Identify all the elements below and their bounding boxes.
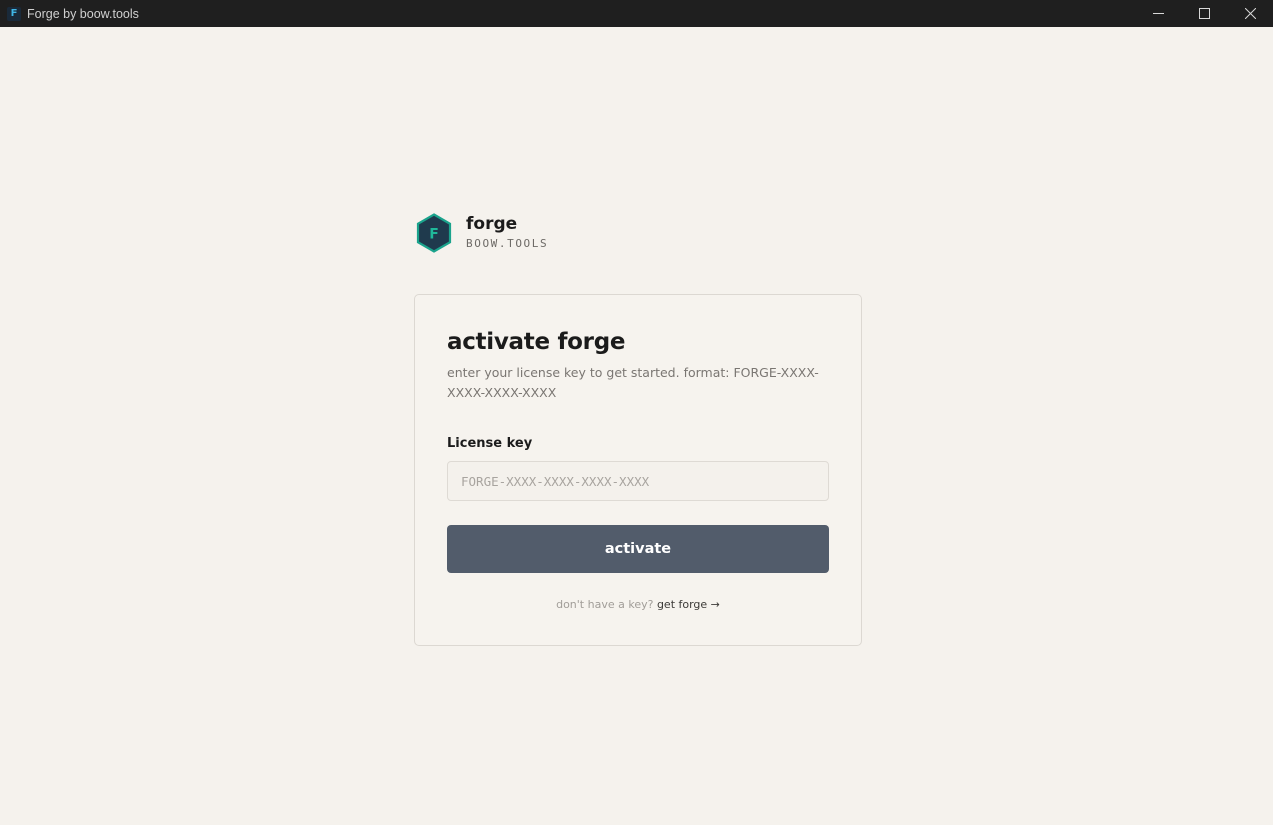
maximize-icon [1198, 8, 1210, 19]
get-forge-link[interactable]: get forge → [657, 598, 720, 611]
app-icon: F [7, 6, 21, 21]
close-icon [1244, 8, 1256, 19]
card-title: activate forge [447, 329, 626, 355]
activate-button[interactable]: activate [447, 525, 829, 573]
license-key-input[interactable] [447, 461, 829, 501]
window-title: Forge by boow.tools [27, 6, 139, 21]
window-controls [1135, 0, 1273, 27]
brand-header: F forge BOOW.TOOLS [416, 212, 548, 254]
footer-prompt: don't have a key? [556, 598, 654, 611]
forge-logo-icon: F [416, 213, 452, 253]
card-description: enter your license key to get started. f… [447, 365, 819, 400]
get-key-footer: don't have a key? get forge → [415, 598, 861, 611]
brand-name: forge [466, 214, 518, 234]
logo-letter: F [429, 227, 439, 243]
close-button[interactable] [1227, 0, 1273, 27]
maximize-button[interactable] [1181, 0, 1227, 27]
minimize-button[interactable] [1135, 0, 1181, 27]
license-key-label: License key [447, 436, 533, 451]
title-bar: F Forge by boow.tools [0, 0, 1273, 27]
activation-card: activate forge enter your license key to… [414, 294, 862, 646]
minimize-icon [1152, 13, 1164, 14]
brand-subtitle: BOOW.TOOLS [466, 237, 549, 250]
